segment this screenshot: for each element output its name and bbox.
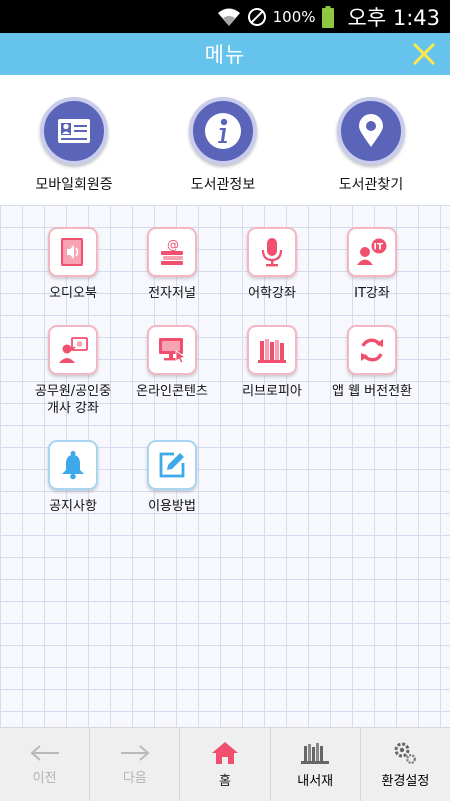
info-icon: [189, 97, 257, 165]
close-button[interactable]: [408, 38, 440, 70]
battery-icon: [321, 5, 334, 28]
how-to-use-button[interactable]: 이용방법: [122, 440, 222, 515]
online-content-label: 온라인콘텐츠: [136, 384, 208, 399]
my-library-button[interactable]: 내서재: [271, 728, 361, 801]
svg-text:IT: IT: [374, 243, 384, 253]
home-button[interactable]: 홈: [180, 728, 271, 801]
civil-service-course-label: 공무원/공인중 개사 강좌: [34, 384, 112, 416]
ejournal-icon: @: [147, 227, 197, 277]
top-menu: 모바일회원증 도서관정보 도서관찾기: [0, 75, 450, 205]
page-title: 메뉴: [204, 43, 246, 67]
library-icon: [301, 742, 330, 764]
audiobook-label: 오디오북: [49, 286, 97, 301]
books-icon: [247, 325, 297, 375]
settings-button[interactable]: 환경설정: [361, 728, 450, 801]
wifi-icon: [217, 7, 241, 27]
libropia-label: 리브로피아: [242, 384, 302, 399]
library-info-button[interactable]: 도서관정보: [163, 97, 283, 194]
microphone-icon: [247, 227, 297, 277]
it-lecture-icon: IT: [347, 227, 397, 277]
battery-percent: 100%: [272, 7, 316, 26]
it-course-label: IT강좌: [354, 286, 390, 301]
online-content-button[interactable]: 온라인콘텐츠: [122, 325, 222, 400]
gear-icon: [394, 742, 417, 764]
switch-version-label: 앱 웹 버전전환: [331, 384, 413, 399]
forward-arrow-icon: [120, 744, 150, 761]
notice-button[interactable]: 공지사항: [23, 440, 123, 515]
home-label: 홈: [219, 773, 231, 789]
settings-label: 환경설정: [381, 773, 430, 789]
menu-grid: 오디오북 @ 전자저널 어학강좌 IT IT강좌 공무원/공인중 개사 강좌 온…: [0, 205, 450, 727]
do-not-disturb-icon: [247, 7, 267, 27]
my-library-label: 내서재: [297, 773, 334, 789]
status-bar: 100% 오후 1:43: [0, 0, 450, 33]
edit-icon: [147, 440, 197, 490]
switch-version-button[interactable]: 앱 웹 버전전환: [322, 325, 422, 400]
how-to-use-label: 이용방법: [148, 499, 196, 514]
member-card-button[interactable]: 모바일회원증: [14, 97, 134, 194]
close-icon: [412, 42, 436, 66]
member-card-icon: [40, 97, 108, 165]
home-icon: [212, 741, 238, 764]
audiobook-icon: [48, 227, 98, 277]
header-bar: 메뉴: [0, 33, 450, 75]
bell-icon: [48, 440, 98, 490]
member-card-label: 모바일회원증: [35, 177, 113, 193]
library-info-label: 도서관정보: [190, 177, 256, 193]
forward-button[interactable]: 다음: [90, 728, 181, 801]
find-library-button[interactable]: 도서관찾기: [311, 97, 431, 194]
language-course-label: 어학강좌: [248, 286, 296, 301]
audiobook-button[interactable]: 오디오북: [23, 227, 123, 302]
back-button[interactable]: 이전: [0, 728, 91, 801]
forward-label: 다음: [122, 770, 147, 786]
ejournal-button[interactable]: @ 전자저널: [122, 227, 222, 302]
notice-label: 공지사항: [49, 499, 97, 514]
lecturer-icon: [48, 325, 98, 375]
clock: 오후 1:43: [347, 5, 440, 30]
online-content-icon: [147, 325, 197, 375]
ejournal-label: 전자저널: [148, 286, 196, 301]
bottom-navigation: 이전 다음 홈 내서재 환경설정: [0, 727, 450, 801]
back-label: 이전: [32, 770, 57, 786]
language-course-button[interactable]: 어학강좌: [222, 227, 322, 302]
libropia-button[interactable]: 리브로피아: [222, 325, 322, 400]
civil-service-course-button[interactable]: 공무원/공인중 개사 강좌: [23, 325, 123, 417]
back-arrow-icon: [30, 744, 59, 761]
location-pin-icon: [337, 97, 405, 165]
svg-text:@: @: [167, 238, 179, 252]
it-course-button[interactable]: IT IT강좌: [322, 227, 422, 302]
find-library-label: 도서관찾기: [338, 177, 404, 193]
refresh-icon: [347, 325, 397, 375]
